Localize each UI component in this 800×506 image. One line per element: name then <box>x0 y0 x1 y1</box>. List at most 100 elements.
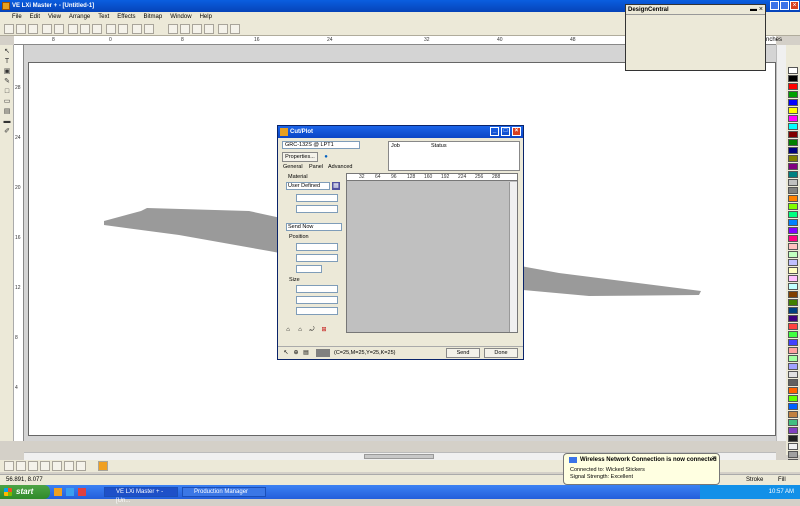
color-swatch[interactable] <box>788 427 798 434</box>
color-swatch[interactable] <box>788 387 798 394</box>
color-swatch[interactable] <box>788 195 798 202</box>
color-swatch[interactable] <box>788 299 798 306</box>
menu-edit[interactable]: Edit <box>26 12 44 22</box>
dialog-close-button[interactable]: × <box>512 127 521 136</box>
redo-icon[interactable] <box>118 24 128 34</box>
color-swatch[interactable] <box>788 291 798 298</box>
done-button[interactable]: Done <box>484 348 518 358</box>
production-manager-icon[interactable] <box>230 24 240 34</box>
color-swatch[interactable] <box>788 91 798 98</box>
paste-icon[interactable] <box>92 24 102 34</box>
speed-field[interactable] <box>296 194 338 202</box>
print-preview-icon[interactable] <box>54 24 64 34</box>
menu-effects[interactable]: Effects <box>113 12 139 22</box>
quicklaunch-icon[interactable] <box>54 488 62 496</box>
color-swatch[interactable] <box>788 115 798 122</box>
save-icon[interactable]: ▤ <box>302 349 310 357</box>
color-swatch[interactable] <box>788 219 798 226</box>
size-scale-field[interactable] <box>296 307 338 315</box>
job-queue-list[interactable]: Job Status <box>388 141 520 171</box>
menu-bitmap[interactable]: Bitmap <box>140 12 167 22</box>
cut-preview-area[interactable]: 32 64 96 128 160 192 224 256 288 <box>346 173 518 333</box>
color-swatch[interactable] <box>788 363 798 370</box>
menu-window[interactable]: Window <box>166 12 195 22</box>
undo-icon[interactable] <box>106 24 116 34</box>
weed-icon[interactable]: ⌂ <box>284 326 292 334</box>
rectangle-icon[interactable]: □ <box>2 87 12 96</box>
design-central-controls[interactable]: ▬ × <box>750 6 763 13</box>
color-swatch[interactable] <box>788 307 798 314</box>
menu-file[interactable]: File <box>0 12 26 22</box>
tab-panel[interactable]: Panel <box>309 164 323 170</box>
save-icon[interactable] <box>28 24 38 34</box>
color-swatch[interactable] <box>788 75 798 82</box>
quicklaunch-icon[interactable] <box>66 488 74 496</box>
color-swatch[interactable] <box>788 395 798 402</box>
color-swatch[interactable] <box>788 147 798 154</box>
zoom-page-icon[interactable] <box>76 461 86 471</box>
color-swatch[interactable] <box>788 451 798 458</box>
color-swatch[interactable] <box>788 371 798 378</box>
copy-icon[interactable] <box>80 24 90 34</box>
color-swatch[interactable] <box>788 355 798 362</box>
text-icon[interactable]: T <box>2 57 12 66</box>
position-origin-field[interactable] <box>296 265 322 273</box>
zoom-out-icon[interactable] <box>52 461 62 471</box>
color-swatch[interactable] <box>788 283 798 290</box>
new-icon[interactable] <box>4 24 14 34</box>
color-swatch[interactable] <box>788 155 798 162</box>
material-select[interactable]: User Defined <box>286 182 330 190</box>
rotate-icon[interactable]: ⤾ <box>308 326 316 334</box>
registration-icon[interactable]: ⊞ <box>320 326 328 334</box>
select-icon[interactable]: ↖ <box>282 349 290 357</box>
color-swatch[interactable] <box>788 419 798 426</box>
color-swatch[interactable] <box>788 211 798 218</box>
zoom-in-icon[interactable] <box>40 461 50 471</box>
menu-text[interactable]: Text <box>94 12 113 22</box>
notification-close-icon[interactable]: × <box>712 455 716 462</box>
color-swatch[interactable] <box>788 123 798 130</box>
scroll-thumb[interactable] <box>364 454 434 459</box>
color-swatch[interactable] <box>788 379 798 386</box>
color-swatch[interactable] <box>788 435 798 442</box>
send-mode-select[interactable]: Send Now <box>286 223 342 231</box>
tab-advanced[interactable]: Advanced <box>328 164 352 170</box>
scan-icon[interactable] <box>192 24 202 34</box>
minimize-button[interactable] <box>770 1 779 10</box>
eyedropper-icon[interactable]: ✐ <box>2 127 12 136</box>
color-swatch[interactable] <box>788 347 798 354</box>
color-swatch[interactable] <box>788 323 798 330</box>
network-notification[interactable]: Wireless Network Connection is now conne… <box>563 453 720 485</box>
send-button[interactable]: Send <box>446 348 480 358</box>
color-swatch[interactable] <box>788 203 798 210</box>
material-settings-icon[interactable]: ▦ <box>332 182 340 190</box>
color-swatch[interactable] <box>788 187 798 194</box>
clock[interactable]: 10:57 AM <box>769 489 794 495</box>
color-swatch[interactable] <box>788 251 798 258</box>
color-swatch[interactable] <box>788 227 798 234</box>
close-button[interactable]: × <box>790 1 799 10</box>
color-swatch[interactable] <box>788 243 798 250</box>
color-icon[interactable] <box>98 461 108 471</box>
size-height-field[interactable] <box>296 296 338 304</box>
color-swatch[interactable] <box>788 131 798 138</box>
vertical-scrollbar[interactable] <box>776 45 786 441</box>
quicklaunch-icon[interactable] <box>78 488 86 496</box>
restore-button[interactable] <box>780 1 789 10</box>
preview-scrollbar[interactable] <box>509 182 517 332</box>
color-swatch[interactable] <box>788 83 798 90</box>
color-swatch[interactable] <box>788 275 798 282</box>
export-icon[interactable] <box>180 24 190 34</box>
color-swatch[interactable] <box>788 315 798 322</box>
print-icon[interactable] <box>42 24 52 34</box>
color-swatch[interactable] <box>788 139 798 146</box>
menu-arrange[interactable]: Arrange <box>65 12 94 22</box>
import-icon[interactable] <box>168 24 178 34</box>
size-width-field[interactable] <box>296 285 338 293</box>
color-swatch[interactable] <box>788 403 798 410</box>
menu-view[interactable]: View <box>44 12 65 22</box>
fill-icon[interactable]: ▬ <box>2 117 12 126</box>
pressure-field[interactable] <box>296 205 338 213</box>
dialog-maximize-button[interactable]: □ <box>501 127 510 136</box>
tab-general[interactable]: General <box>283 164 303 170</box>
